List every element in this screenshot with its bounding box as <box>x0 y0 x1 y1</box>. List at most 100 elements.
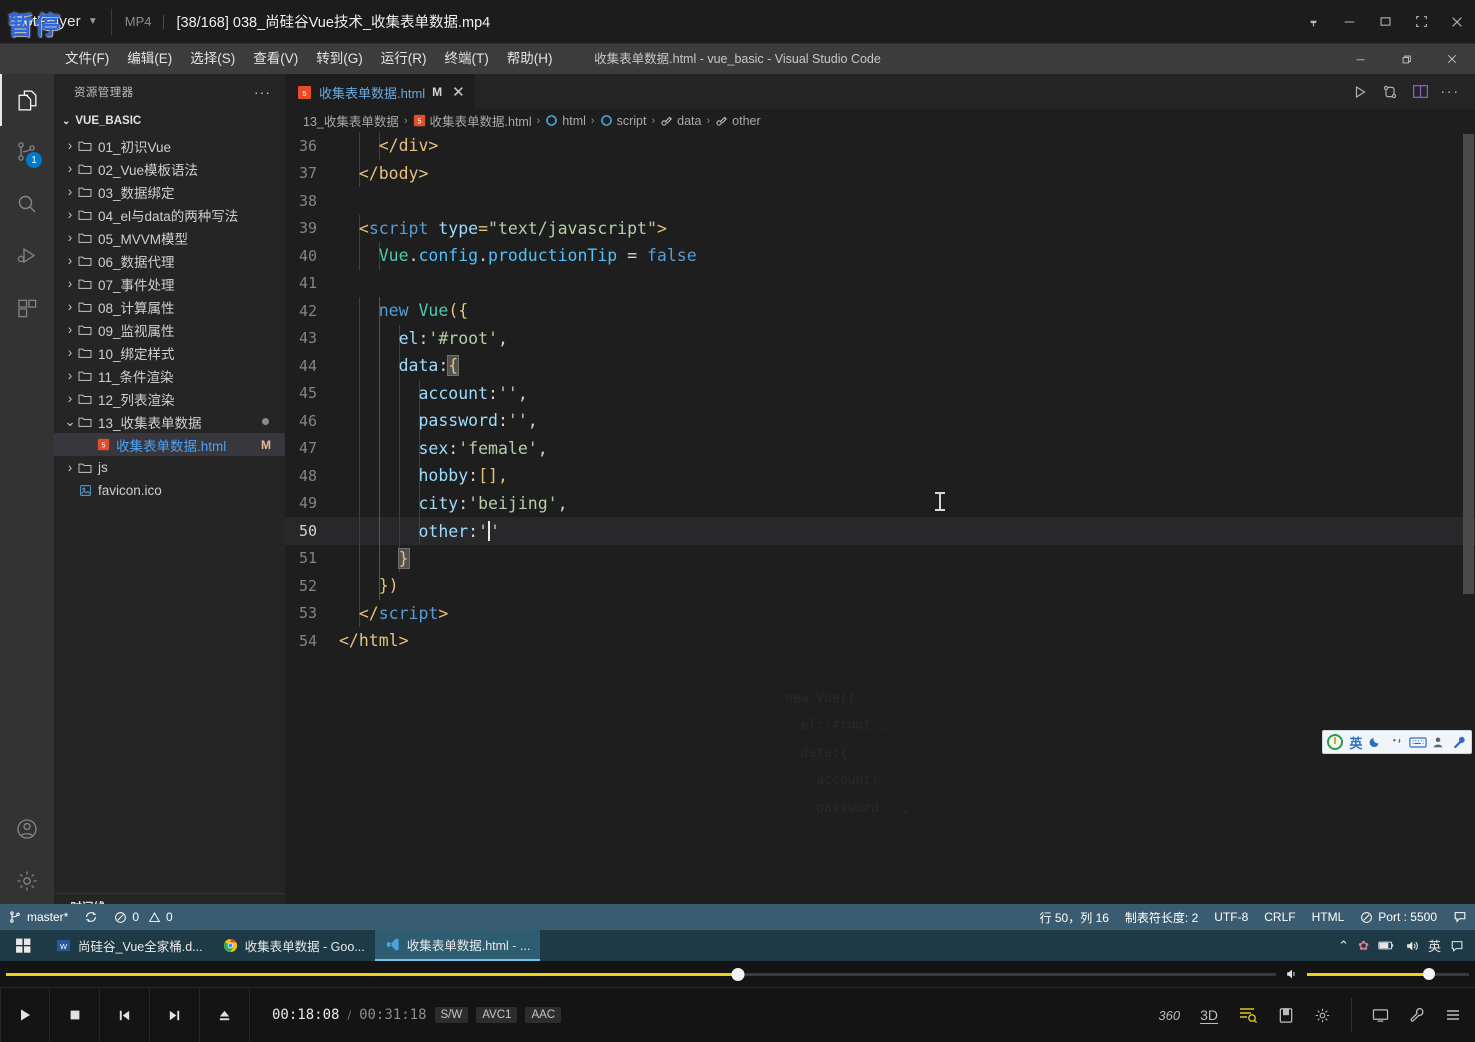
volume-slider[interactable] <box>1307 964 1469 984</box>
scrollbar-thumb[interactable] <box>1463 134 1474 594</box>
workspace-root-row[interactable]: ⌄ VUE_BASIC <box>54 109 285 133</box>
status-eol[interactable]: CRLF <box>1256 904 1303 930</box>
code-editor[interactable]: new Vue({ el:'#root', data:{ account:'',… <box>285 132 1475 919</box>
tree-folder-row[interactable]: › 08_计算属性 <box>54 295 285 318</box>
minimize-icon[interactable] <box>1337 44 1383 74</box>
feedback-icon[interactable] <box>1445 904 1475 930</box>
eject-icon[interactable] <box>200 987 250 1042</box>
tree-folder-row[interactable]: › 12_列表渲染 <box>54 387 285 410</box>
run-icon[interactable] <box>1347 79 1373 105</box>
ime-toolbar[interactable]: 英 <box>1322 730 1472 754</box>
keyboard-icon[interactable] <box>1408 732 1427 752</box>
menu-file[interactable]: 文件(F) <box>56 44 118 74</box>
menu-help[interactable]: 帮助(H) <box>498 44 562 74</box>
sogou-logo-icon[interactable] <box>1326 732 1345 752</box>
code-line[interactable]: 45 account:'', <box>285 379 1475 407</box>
more-actions-icon[interactable]: ··· <box>254 84 271 100</box>
code-line[interactable]: 44 data:{ <box>285 352 1475 380</box>
battery-icon[interactable] <box>1378 939 1395 952</box>
screen-icon[interactable] <box>1372 1008 1389 1023</box>
taskbar-item-word[interactable]: W 尚硅谷_Vue全家桶.d... <box>46 930 213 961</box>
status-encoding[interactable]: UTF-8 <box>1206 904 1256 930</box>
windows-start-icon[interactable] <box>0 930 46 961</box>
tools-icon[interactable] <box>1409 1007 1425 1023</box>
chevron-right-icon[interactable]: › <box>64 207 76 222</box>
chevron-right-icon[interactable]: › <box>64 460 76 475</box>
pin-icon[interactable] <box>1295 0 1331 44</box>
bookmark-icon[interactable] <box>1278 1007 1294 1024</box>
tab-collect-form-data[interactable]: 5 收集表单数据.html M ✕ <box>285 74 476 109</box>
tray-ime-label[interactable]: 英 <box>1428 936 1441 955</box>
next-icon[interactable] <box>150 987 200 1042</box>
sidebar-item-search[interactable] <box>0 178 54 230</box>
status-cursor-position[interactable]: 行 50，列 16 <box>1032 904 1117 930</box>
tree-folder-row[interactable]: › 10_绑定样式 <box>54 341 285 364</box>
breadcrumb-item[interactable]: script <box>600 114 646 128</box>
minimize-icon[interactable] <box>1331 0 1367 44</box>
seek-thumb[interactable] <box>731 967 745 981</box>
chevron-right-icon[interactable]: › <box>64 368 76 383</box>
code-line[interactable]: 47 sex:'female', <box>285 434 1475 462</box>
tree-folder-row[interactable]: › 06_数据代理 <box>54 249 285 272</box>
chevron-up-icon[interactable]: ⌃ <box>1338 938 1349 954</box>
breadcrumb-item[interactable]: other <box>715 114 761 128</box>
sidebar-item-extensions[interactable] <box>0 282 54 334</box>
breadcrumb-item[interactable]: data <box>660 114 701 128</box>
chevron-down-icon[interactable]: ⌄ <box>64 414 76 430</box>
menu-terminal[interactable]: 终端(T) <box>436 44 498 74</box>
tree-folder-row[interactable]: › 04_el与data的两种写法 <box>54 203 285 226</box>
code-line[interactable]: 46 password:'', <box>285 407 1475 435</box>
editor-scrollbar[interactable] <box>1461 132 1475 919</box>
punctuation-icon[interactable] <box>1388 732 1407 752</box>
code-line[interactable]: 39 <script type="text/javascript"> <box>285 214 1475 242</box>
status-language-mode[interactable]: HTML <box>1304 904 1353 930</box>
stop-icon[interactable] <box>50 987 100 1042</box>
code-line[interactable]: 53 </script> <box>285 599 1475 627</box>
menu-view[interactable]: 查看(V) <box>244 44 307 74</box>
restore-icon[interactable] <box>1383 44 1429 74</box>
code-line[interactable]: 43 el:'#root', <box>285 324 1475 352</box>
tree-folder-row[interactable]: › 01_初识Vue <box>54 134 285 157</box>
volume-thumb[interactable] <box>1422 968 1435 980</box>
maximize-icon[interactable] <box>1367 0 1403 44</box>
tree-folder-row[interactable]: › 03_数据绑定 <box>54 180 285 203</box>
moon-icon[interactable] <box>1367 732 1386 752</box>
sidebar-item-run-debug[interactable] <box>0 230 54 282</box>
notifications-icon[interactable] <box>1450 939 1465 953</box>
sidebar-item-accounts[interactable] <box>0 803 54 855</box>
list-icon[interactable] <box>1445 1008 1461 1022</box>
ime-mode-label[interactable]: 英 <box>1347 732 1366 752</box>
tree-file-row[interactable]: favicon.ico <box>54 479 285 502</box>
close-icon[interactable] <box>1429 44 1475 74</box>
status-indentation[interactable]: 制表符长度: 2 <box>1117 904 1206 930</box>
status-live-server[interactable]: Port : 5500 <box>1352 904 1445 930</box>
chevron-right-icon[interactable]: › <box>64 322 76 337</box>
breadcrumb-item[interactable]: html <box>545 114 586 128</box>
seek-bar[interactable] <box>6 961 1276 987</box>
playlist-search-icon[interactable] <box>1238 1006 1258 1024</box>
tree-folder-row[interactable]: › 09_监视属性 <box>54 318 285 341</box>
settings-gear-icon[interactable] <box>1314 1007 1331 1024</box>
taskbar-item-chrome[interactable]: 收集表单数据 - Goo... <box>213 930 375 961</box>
menu-go[interactable]: 转到(G) <box>307 44 372 74</box>
chevron-right-icon[interactable]: › <box>64 184 76 199</box>
tree-folder-row[interactable]: › js <box>54 456 285 479</box>
user-icon[interactable] <box>1429 732 1448 752</box>
code-line[interactable]: 36 </div> <box>285 132 1475 160</box>
volume-icon[interactable] <box>1284 967 1300 981</box>
chevron-right-icon[interactable]: › <box>64 161 76 176</box>
close-icon[interactable] <box>1439 0 1475 44</box>
code-line[interactable]: 38 <box>285 187 1475 215</box>
fullscreen-icon[interactable] <box>1403 0 1439 44</box>
chevron-down-icon[interactable]: ▼ <box>88 16 98 27</box>
chevron-right-icon[interactable]: › <box>64 345 76 360</box>
status-sync[interactable] <box>76 904 106 930</box>
chevron-right-icon[interactable]: › <box>64 299 76 314</box>
split-diff-icon[interactable] <box>1377 79 1403 105</box>
chevron-right-icon[interactable]: › <box>64 276 76 291</box>
3D-icon[interactable]: 3D <box>1200 1007 1218 1024</box>
gear-icon[interactable] <box>0 855 54 907</box>
menu-selection[interactable]: 选择(S) <box>181 44 244 74</box>
tree-folder-row[interactable]: › 05_MVVM模型 <box>54 226 285 249</box>
code-line[interactable]: 41 <box>285 270 1475 298</box>
